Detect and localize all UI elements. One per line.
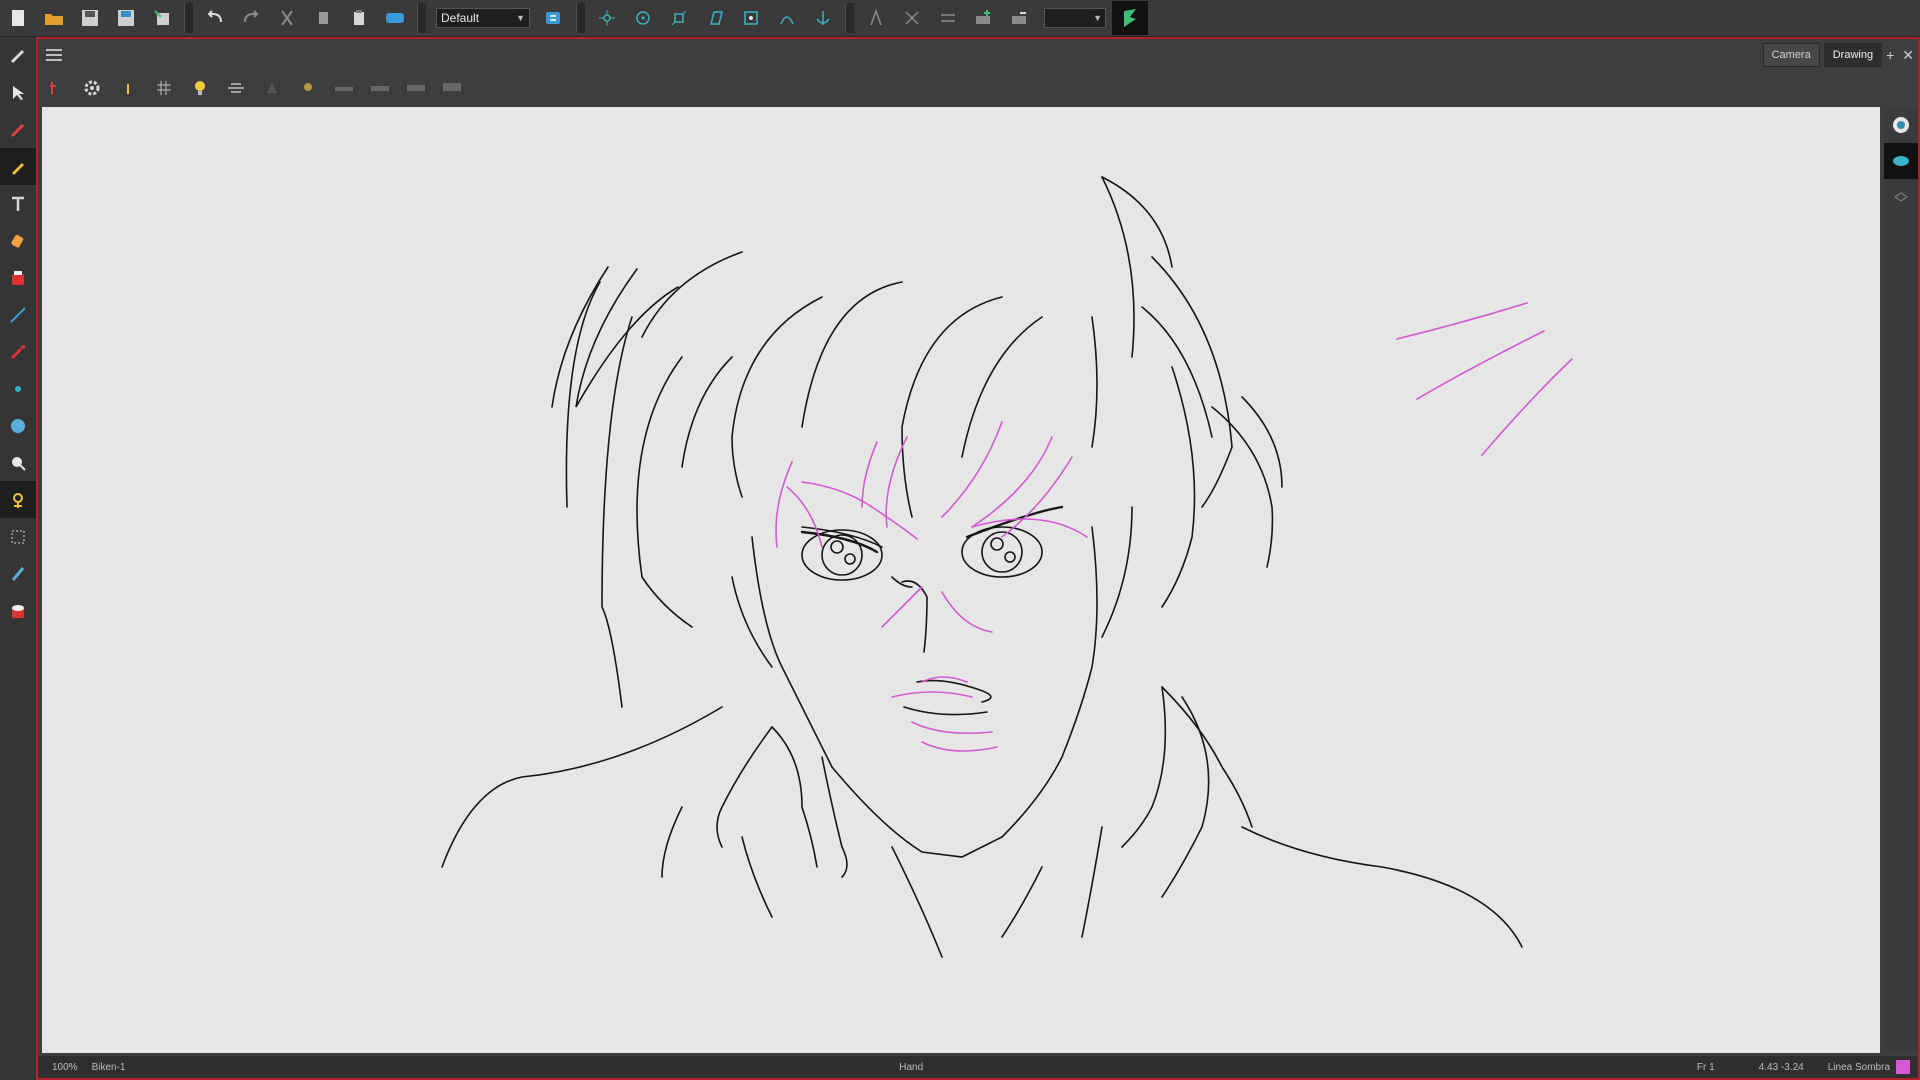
line-icon[interactable] [0, 296, 36, 333]
line-a-icon[interactable] [329, 74, 359, 102]
current-color-swatch[interactable] [1896, 1060, 1911, 1074]
flip-icon[interactable] [380, 4, 410, 32]
add-tab-button[interactable]: + [1886, 47, 1894, 63]
undo-icon[interactable] [200, 4, 230, 32]
text-icon[interactable] [0, 185, 36, 222]
save-as-icon[interactable] [111, 4, 141, 32]
shade-icon[interactable] [257, 74, 287, 102]
peg-icon[interactable] [933, 4, 963, 32]
cut-icon[interactable] [272, 4, 302, 32]
toolbar-separator [417, 3, 426, 33]
drawing-canvas[interactable] [42, 107, 1880, 1053]
morph-icon[interactable] [772, 4, 802, 32]
workspace-manager-icon[interactable] [539, 4, 569, 32]
menu-icon[interactable] [46, 49, 62, 61]
layers-icon[interactable] [1884, 179, 1918, 215]
paint-icon[interactable] [0, 259, 36, 296]
pencil-icon[interactable] [0, 148, 36, 185]
anchor-icon[interactable] [808, 4, 838, 32]
drawing-view-panel: Camera Drawing + ✕ 100% Biken-1 Hand Fr … [36, 37, 1920, 1080]
line-d-icon[interactable] [437, 74, 467, 102]
main-toolbar: Default ▼ ▼ [0, 0, 1920, 37]
tab-label: Camera [1771, 49, 1811, 61]
chevron-down-icon: ▼ [1093, 13, 1102, 23]
bulb-icon[interactable] [293, 74, 323, 102]
zoom-icon[interactable] [0, 444, 36, 481]
tab-drawing[interactable]: Drawing [1823, 43, 1883, 67]
contour-editor-icon[interactable] [0, 111, 36, 148]
copy-icon[interactable] [308, 4, 338, 32]
toolbar-separator [576, 3, 585, 33]
reposition-icon[interactable] [0, 592, 36, 629]
bone-icon[interactable] [861, 4, 891, 32]
redo-icon[interactable] [236, 4, 266, 32]
scale-icon[interactable] [664, 4, 694, 32]
animate-icon[interactable] [0, 481, 36, 518]
drawing-name: Biken-1 [91, 1061, 126, 1073]
current-color-name: Linea Sombra [1827, 1061, 1891, 1073]
layer-visibility-icon[interactable] [1884, 143, 1918, 179]
paste-icon[interactable] [344, 4, 374, 32]
onion-skin-icon[interactable] [221, 74, 251, 102]
black-ink-lines [441, 176, 1523, 958]
pivot-icon[interactable] [592, 4, 622, 32]
drawing-artwork [441, 176, 1573, 958]
snap-icon[interactable] [41, 74, 71, 102]
shadow-lines [775, 302, 1573, 752]
layer-dropdown[interactable]: ▼ [1044, 8, 1106, 28]
info-icon[interactable] [113, 74, 143, 102]
dropper-icon[interactable] [0, 333, 36, 370]
line-c-icon[interactable] [401, 74, 431, 102]
brush-icon[interactable] [0, 37, 36, 74]
transform-icon[interactable] [0, 518, 36, 555]
workspace-dropdown[interactable]: Default ▼ [436, 8, 530, 28]
zoom-level[interactable]: 100% [52, 1062, 78, 1073]
new-icon[interactable] [3, 4, 33, 32]
panel-tab-bar: Camera Drawing + ✕ [38, 39, 1918, 71]
tab-camera[interactable]: Camera [1762, 43, 1820, 67]
select-icon[interactable] [0, 74, 36, 111]
light-table-icon[interactable] [185, 74, 215, 102]
skew-icon[interactable] [700, 4, 730, 32]
view-side-toolbar [1884, 107, 1918, 1053]
ik-icon[interactable] [897, 4, 927, 32]
eraser-icon[interactable] [0, 222, 36, 259]
toolbar-separator [845, 3, 854, 33]
coordinates-readout: 4.43 -3.24 [1758, 1061, 1804, 1073]
eye-icon[interactable] [1884, 107, 1918, 143]
envelope-icon[interactable] [736, 4, 766, 32]
pivot-tool-icon[interactable] [0, 370, 36, 407]
status-bar: 100% Biken-1 Hand Fr 1 4.43 -3.24 Linea … [38, 1056, 1918, 1078]
drawing-view-toolbar [38, 71, 1918, 105]
chevron-down-icon: ▼ [516, 13, 525, 23]
stroke-icon[interactable] [0, 407, 36, 444]
deform-remove-icon[interactable] [1005, 4, 1035, 32]
open-icon[interactable] [39, 4, 69, 32]
frame-number: Fr 1 [1696, 1061, 1715, 1073]
grid-icon[interactable] [149, 74, 179, 102]
save-icon[interactable] [75, 4, 105, 32]
tool-mode: Hand [899, 1061, 924, 1073]
settings-icon[interactable] [77, 74, 107, 102]
cutter-icon[interactable] [0, 555, 36, 592]
game-mode-button[interactable] [1112, 1, 1148, 35]
tab-label: Drawing [1832, 49, 1874, 61]
toolbar-separator [184, 3, 193, 33]
import-icon[interactable] [147, 4, 177, 32]
line-b-icon[interactable] [365, 74, 395, 102]
workspace-value: Default [441, 11, 480, 25]
deform-add-icon[interactable] [969, 4, 999, 32]
tools-toolbar [0, 37, 37, 1080]
close-panel-button[interactable]: ✕ [1902, 47, 1914, 64]
rotate-icon[interactable] [628, 4, 658, 32]
